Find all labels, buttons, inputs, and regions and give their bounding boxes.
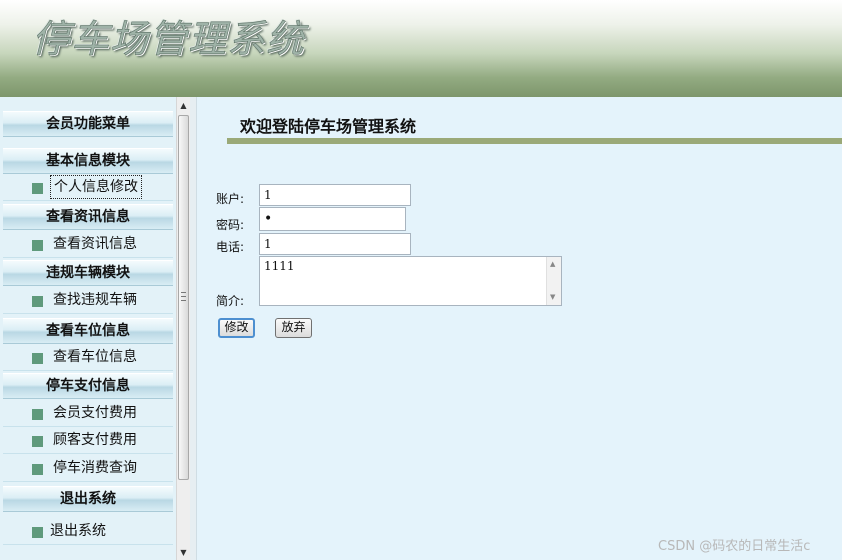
bullet-square-icon xyxy=(32,527,43,538)
sidebar-item-label: 退出系统 xyxy=(50,523,106,539)
sidebar-menu: 会员功能菜单 基本信息模块 个人信息修改 查看资讯信息 查看资讯信息 违规车辆模… xyxy=(0,97,176,560)
sidebar-item-view-news[interactable]: 查看资讯信息 xyxy=(3,232,173,258)
grip-icon xyxy=(181,292,186,301)
sidebar-group-exit[interactable]: 退出系统 xyxy=(3,486,173,512)
heading-underline-bar xyxy=(227,138,842,144)
scrollbar-thumb[interactable] xyxy=(178,115,189,480)
sidebar-group-payment[interactable]: 停车支付信息 xyxy=(3,373,173,399)
account-label: 账户: xyxy=(216,192,245,206)
scroll-down-arrow-icon[interactable]: ▼ xyxy=(550,293,555,301)
scroll-up-arrow-icon[interactable]: ▲ xyxy=(550,260,555,268)
frame-divider xyxy=(190,97,197,560)
sidebar-group-news[interactable]: 查看资讯信息 xyxy=(3,204,173,230)
textarea-scrollbar[interactable]: ▲ ▼ xyxy=(546,257,561,305)
password-label: 密码: xyxy=(216,218,245,232)
sidebar-item-customer-payment[interactable]: 顾客支付费用 xyxy=(3,428,173,454)
account-input[interactable]: 1 xyxy=(259,184,411,206)
bullet-square-icon xyxy=(32,296,43,307)
main-content: 欢迎登陆停车场管理系统 账户: 1 密码: • 电话: 1 简介: 1111 ▲… xyxy=(197,97,842,560)
sidebar-item-label: 顾客支付费用 xyxy=(53,432,137,448)
sidebar-item-find-violations[interactable]: 查找违规车辆 xyxy=(3,288,173,314)
app-title: 停车场管理系统 xyxy=(32,17,306,62)
submit-button[interactable]: 修改 xyxy=(218,318,255,338)
password-input[interactable]: • xyxy=(259,207,406,231)
welcome-heading: 欢迎登陆停车场管理系统 xyxy=(240,117,417,136)
scroll-down-arrow-icon[interactable]: ▼ xyxy=(177,546,190,560)
intro-label: 简介: xyxy=(216,294,245,308)
sidebar-item-label: 查看车位信息 xyxy=(53,349,137,365)
intro-textarea[interactable]: 1111 ▲ ▼ xyxy=(259,256,562,306)
header-banner: 停车场管理系统 xyxy=(0,0,842,97)
sidebar-item-edit-profile[interactable]: 个人信息修改 xyxy=(3,175,173,201)
sidebar-group-parking-spaces[interactable]: 查看车位信息 xyxy=(3,318,173,344)
sidebar-item-consumption-query[interactable]: 停车消费查询 xyxy=(3,456,173,482)
sidebar-menu-title: 会员功能菜单 xyxy=(3,111,173,137)
bullet-square-icon xyxy=(32,409,43,420)
sidebar-group-violations[interactable]: 违规车辆模块 xyxy=(3,260,173,286)
watermark: CSDN @码农的日常生活c xyxy=(658,539,811,554)
scroll-up-arrow-icon[interactable]: ▲ xyxy=(177,99,190,113)
intro-text: 1111 xyxy=(264,259,295,273)
bullet-square-icon xyxy=(32,353,43,364)
sidebar-scrollbar[interactable]: ▲ ▼ xyxy=(176,97,190,560)
bullet-square-icon xyxy=(32,183,43,194)
sidebar-item-label: 会员支付费用 xyxy=(53,405,137,421)
sidebar-item-label: 查看资讯信息 xyxy=(53,236,137,252)
sidebar-item-member-payment[interactable]: 会员支付费用 xyxy=(3,401,173,427)
sidebar-item-logout[interactable]: 退出系统 xyxy=(3,519,173,545)
sidebar-item-label: 查找违规车辆 xyxy=(53,292,137,308)
bullet-square-icon xyxy=(32,436,43,447)
bullet-square-icon xyxy=(32,464,43,475)
sidebar-item-label: 停车消费查询 xyxy=(53,460,137,476)
sidebar-item-view-spaces[interactable]: 查看车位信息 xyxy=(3,345,173,371)
phone-input[interactable]: 1 xyxy=(259,233,411,255)
sidebar-group-basic-info[interactable]: 基本信息模块 xyxy=(3,148,173,174)
phone-label: 电话: xyxy=(216,240,245,254)
cancel-button[interactable]: 放弃 xyxy=(275,318,312,338)
bullet-square-icon xyxy=(32,240,43,251)
sidebar-item-label: 个人信息修改 xyxy=(50,175,142,199)
